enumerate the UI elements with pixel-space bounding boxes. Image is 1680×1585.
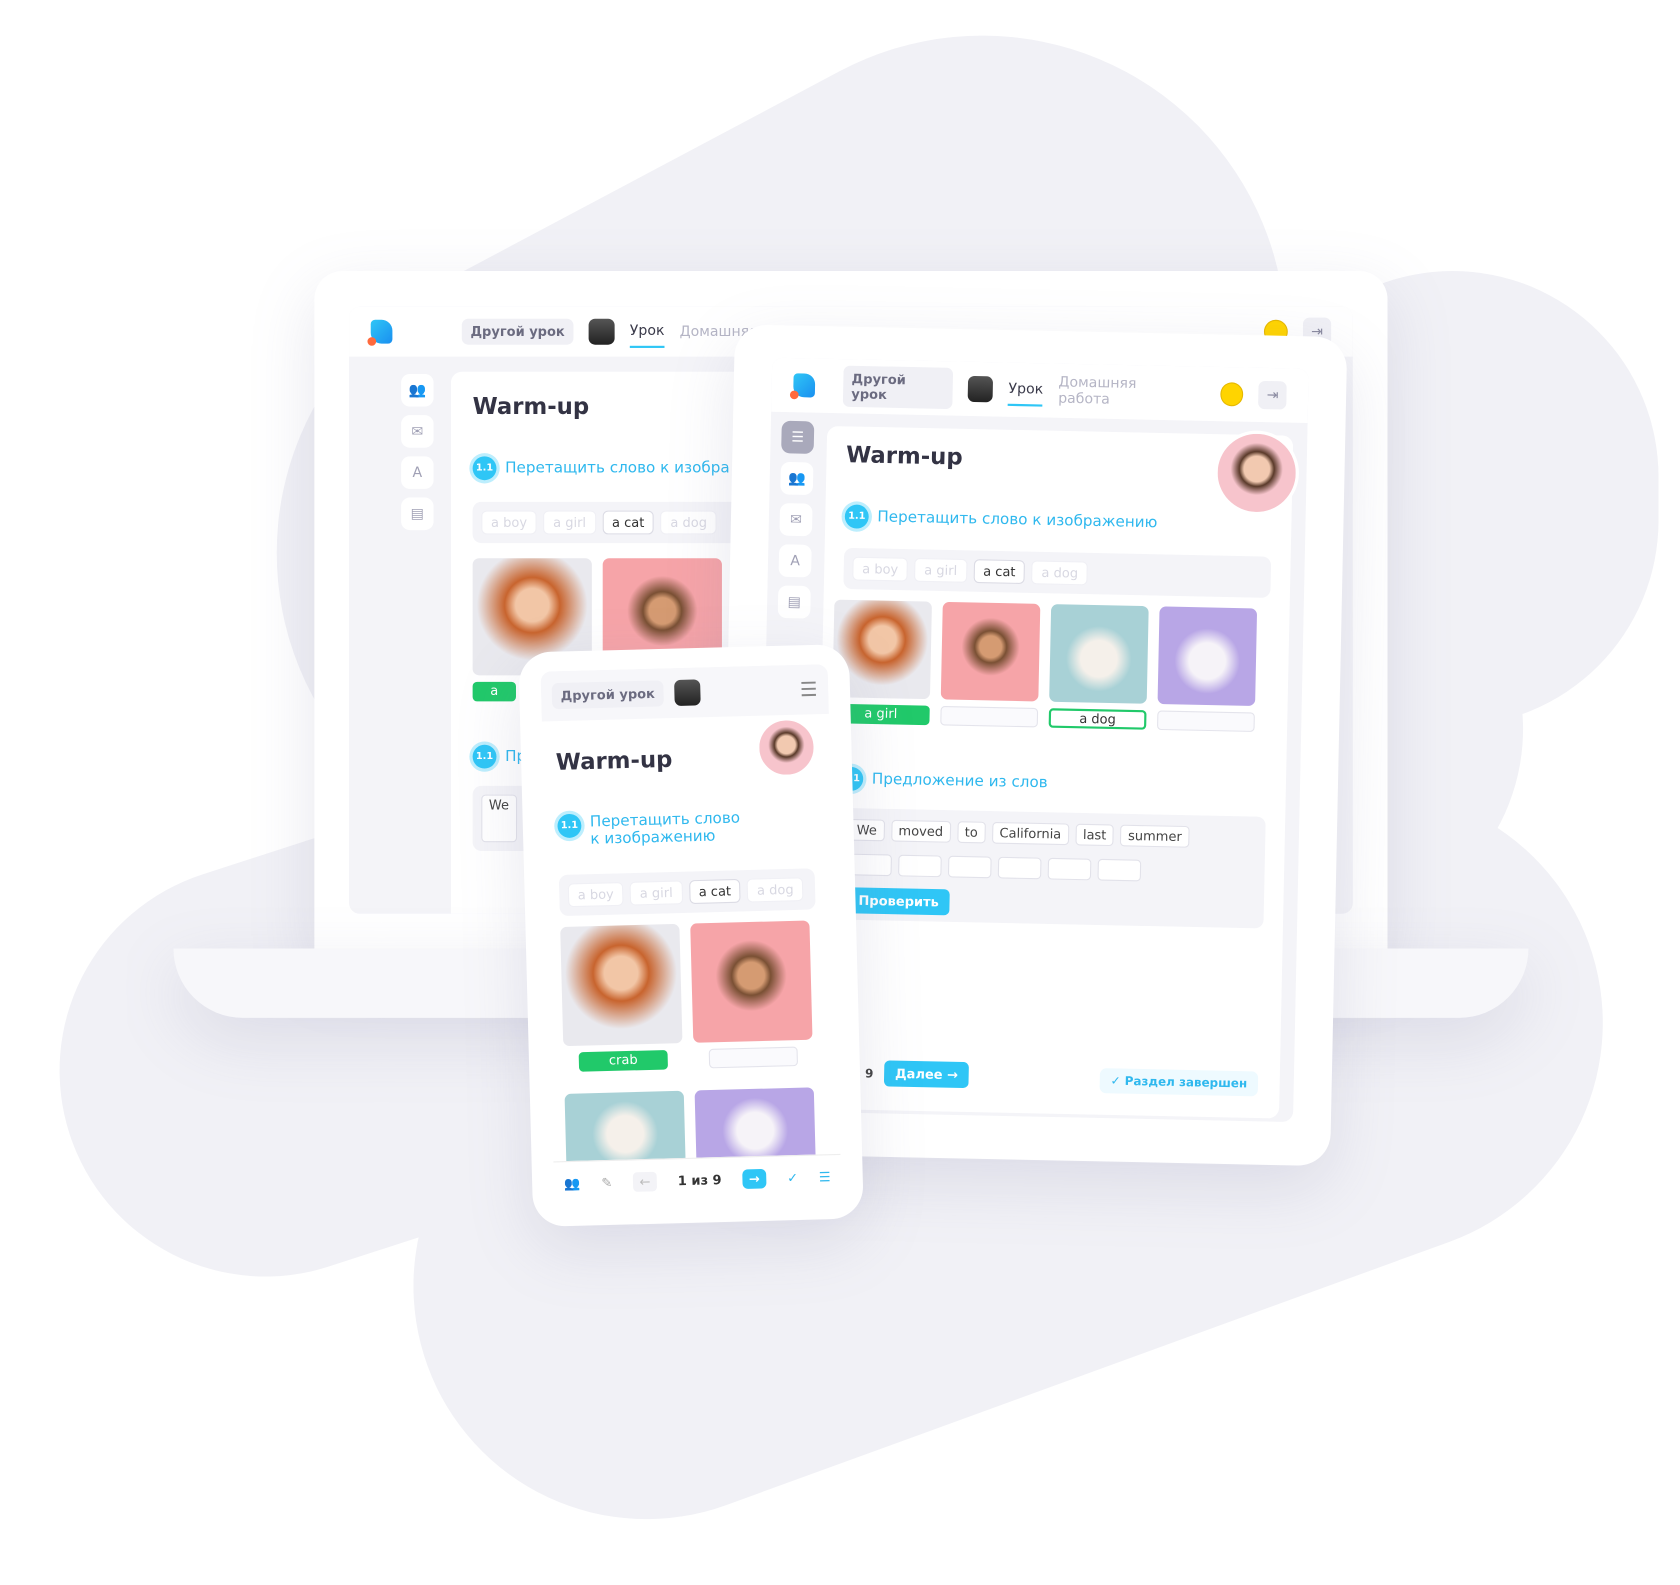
tab-lesson[interactable]: Урок [1008,373,1044,407]
boy-photo [690,920,813,1043]
word-chip[interactable]: a dog [1031,560,1089,586]
tab-homework[interactable]: Домашняя работа [1058,368,1191,416]
word-slot[interactable] [1047,857,1092,881]
logo-icon [367,319,393,346]
word-chip[interactable]: a cat [973,559,1026,585]
girl-photo [560,923,683,1047]
list-icon[interactable]: ☰ [781,420,815,454]
task-badge: 1.1 [557,813,582,839]
word-chip[interactable]: moved [890,819,951,843]
lesson-thumbnail [674,679,701,707]
translate-icon[interactable]: A [401,456,434,489]
list-icon[interactable]: ☰ [819,1169,831,1184]
task-badge: 1.1 [472,744,497,769]
task-title: Перетащить слово к изображению [877,508,1158,532]
chat-icon[interactable]: ✉ [779,503,813,537]
user-avatar[interactable] [1220,382,1244,407]
exit-icon[interactable]: ⇥ [1258,380,1287,410]
word-slot[interactable] [898,854,942,878]
clipboard-icon[interactable]: ▤ [401,497,434,531]
task-title: Перетащить слово к изображению [589,809,741,849]
check-icon[interactable]: ✓ [787,1170,798,1185]
word-chip[interactable]: a dog [660,510,717,535]
word-chip[interactable]: a boy [481,510,537,535]
next-button[interactable]: Далее → [883,1060,970,1089]
phone-screen: Другой урок ☰ Warm-up 1.1 Перетащить слов… [540,664,842,1205]
users-icon[interactable]: 👥 [564,1175,581,1191]
cat-photo [1157,606,1258,707]
word-chip[interactable]: a cat [688,878,742,905]
chat-icon[interactable]: ✉ [401,415,434,448]
lesson-title: Warm-up [472,393,590,420]
word-chip[interactable]: a dog [746,877,804,903]
word-chip[interactable]: a girl [543,510,596,535]
word-slot[interactable] [947,855,992,879]
answer-slot[interactable]: a dog [1048,708,1147,730]
word-chip[interactable]: We [848,818,885,842]
word-chip[interactable]: California [991,821,1070,846]
magic-wand-icon[interactable]: ✎ [601,1174,612,1189]
other-lesson-button[interactable]: Другой урок [842,365,954,410]
task-badge: 1.1 [472,456,497,481]
answer-slot[interactable] [1156,710,1255,733]
check-button[interactable]: Проверить [847,887,950,916]
word-slot[interactable] [1097,858,1142,882]
lesson-thumbnail [588,318,615,345]
next-button[interactable]: → [742,1168,767,1189]
word-chip[interactable]: a boy [567,881,624,908]
translate-icon[interactable]: A [778,544,812,578]
word-chip[interactable]: to [956,821,986,844]
word-chip[interactable]: a boy [852,556,909,582]
task-title: Перетащить слово к изобра [505,459,730,477]
dog-photo [1049,604,1149,704]
answer-slot[interactable]: a [472,681,516,702]
other-lesson-button[interactable]: Другой урок [551,680,664,710]
teacher-avatar [1213,429,1300,517]
word-chip[interactable]: a girl [914,557,968,583]
answer-slot[interactable]: crab [578,1049,668,1072]
boy-photo [940,601,1041,702]
lesson-title: Warm-up [845,441,963,471]
word-chip[interactable]: last [1075,823,1115,847]
word-slot[interactable] [997,856,1042,880]
lesson-thumbnail [967,375,994,403]
prev-button[interactable]: ← [632,1171,658,1192]
tab-lesson[interactable]: Урок [629,316,665,348]
users-icon[interactable]: 👥 [401,373,434,407]
section-done-badge: ✓ Раздел завершен [1099,1068,1259,1097]
phone: Другой урок ☰ Warm-up 1.1 Перетащить слов… [518,644,864,1227]
logo-icon [793,373,815,398]
word-chip[interactable]: We [481,794,517,843]
lesson-title: Warm-up [555,746,673,776]
users-icon[interactable]: 👥 [780,461,814,496]
task-title: Предложение из слов [871,770,1048,792]
pager: 1 из 9 [677,1171,722,1188]
menu-icon[interactable]: ☰ [800,678,818,701]
clipboard-icon[interactable]: ▤ [777,585,811,619]
word-chip[interactable]: summer [1120,824,1190,848]
word-chip[interactable]: a girl [629,880,683,906]
answer-slot[interactable] [708,1046,799,1069]
task-badge: 1.1 [844,504,869,529]
other-lesson-button[interactable]: Другой урок [461,318,574,345]
word-chip[interactable]: a cat [602,510,655,535]
teacher-avatar [755,716,818,779]
answer-slot[interactable] [940,705,1039,728]
